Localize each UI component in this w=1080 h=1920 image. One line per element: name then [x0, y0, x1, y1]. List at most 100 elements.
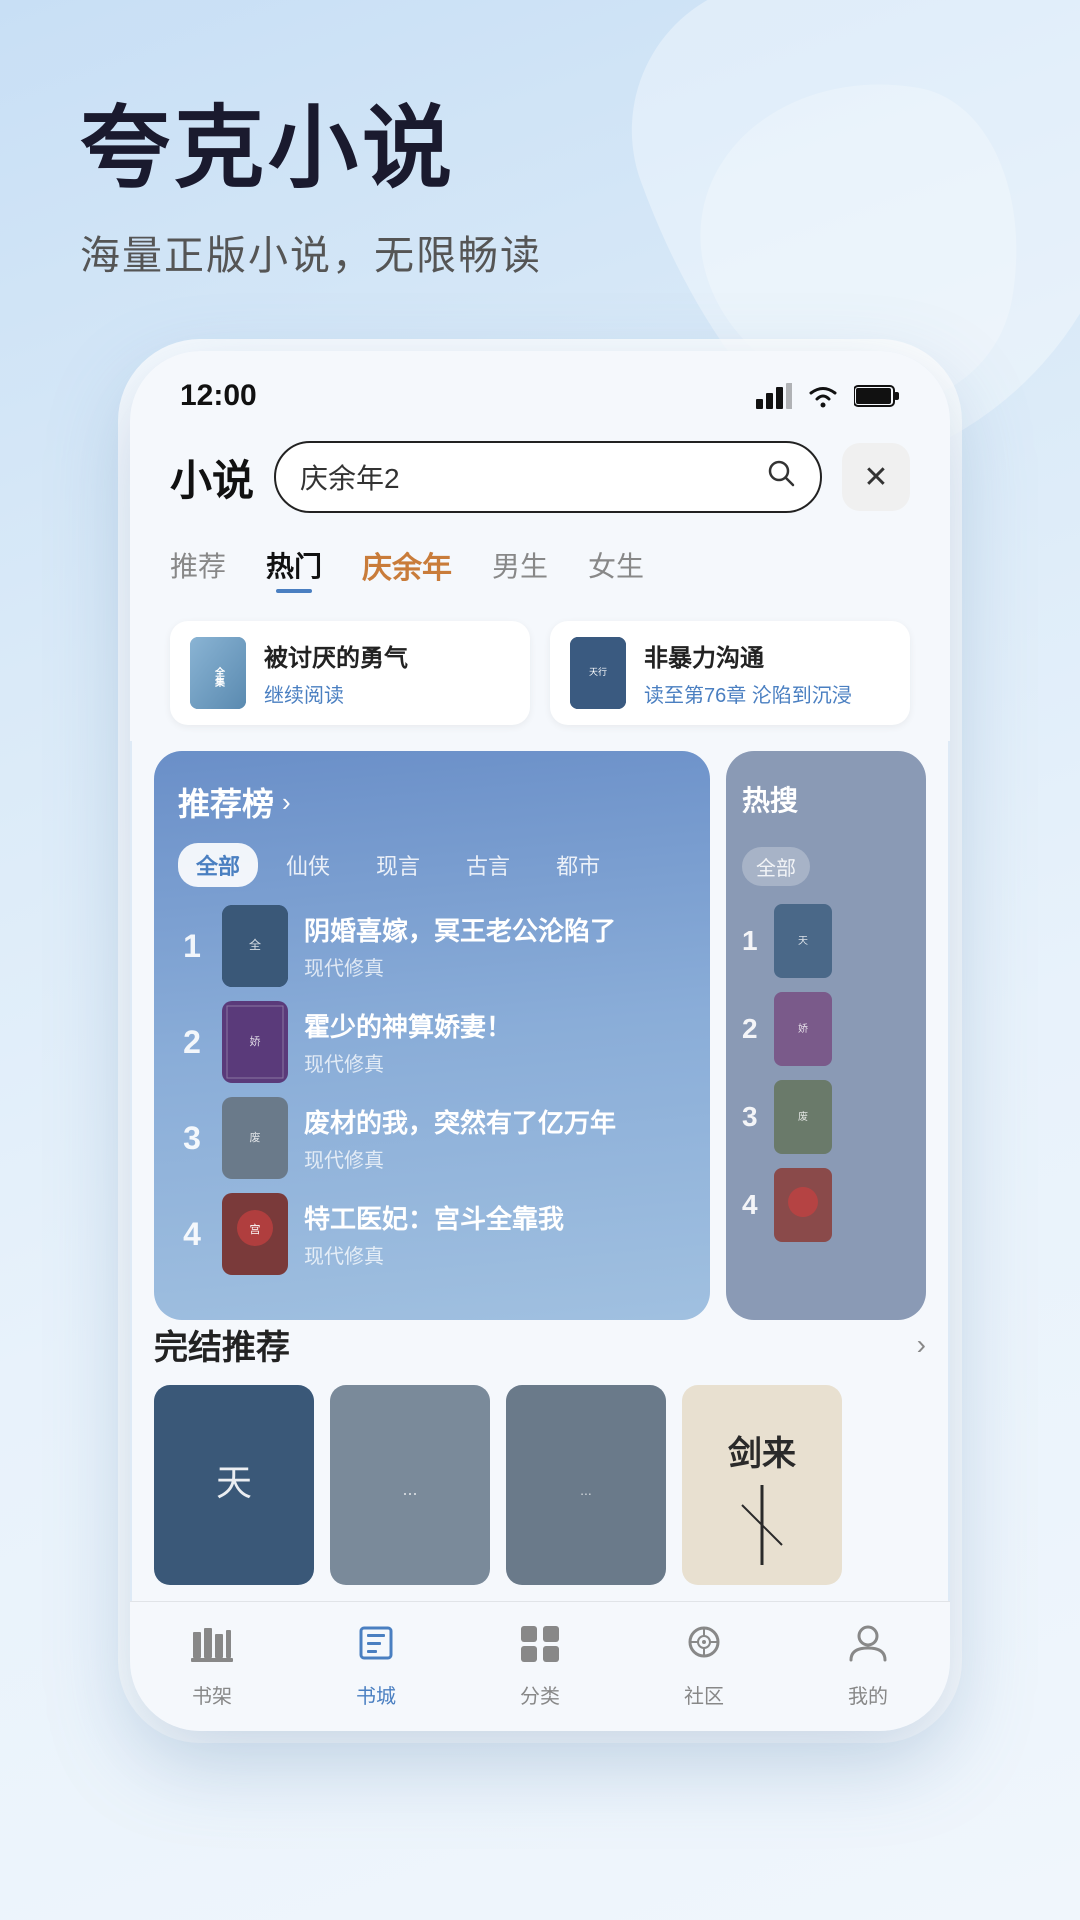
- nav-community-label: 社区: [684, 1680, 724, 1709]
- rank-book-tag-4: 现代修真: [304, 1240, 686, 1269]
- search-icon[interactable]: [766, 458, 796, 496]
- rank-num-1: 1: [178, 928, 206, 965]
- svg-text:天行: 天行: [589, 666, 607, 677]
- rank-info-3: 废材的我，突然有了亿万年 现代修真: [304, 1103, 686, 1173]
- hot-panel-header: 热搜: [742, 779, 910, 819]
- hot-num-3: 3: [742, 1101, 764, 1133]
- filter-dushi[interactable]: 都市: [538, 843, 618, 887]
- main-content: 推荐榜 › 全部 仙侠 现言 古言 都市 1: [130, 741, 950, 1320]
- tab-qingyunian[interactable]: 庆余年: [362, 543, 452, 595]
- completed-section-arrow[interactable]: ›: [917, 1329, 926, 1361]
- tab-recommend[interactable]: 推荐: [170, 545, 226, 593]
- svg-text:宫: 宫: [250, 1222, 261, 1236]
- rank-book-tag-2: 现代修真: [304, 1048, 686, 1077]
- hot-cover-2: 娇: [774, 992, 832, 1066]
- filter-guyan[interactable]: 古言: [448, 843, 528, 887]
- nav-bookstore[interactable]: 书城: [294, 1624, 458, 1709]
- rank-cover-4: 宫: [222, 1193, 288, 1275]
- completed-book-3[interactable]: ...: [506, 1385, 666, 1585]
- nav-community[interactable]: 社区: [622, 1624, 786, 1709]
- recent-book-cover-2: 天行: [570, 637, 626, 709]
- rank-item-3[interactable]: 3 废 废材的我，突然有了亿万年 现代修真: [178, 1097, 686, 1179]
- nav-bookshelf[interactable]: 书架: [130, 1624, 294, 1709]
- search-box[interactable]: 庆余年2: [274, 441, 822, 513]
- hot-filter-all[interactable]: 全部: [742, 847, 810, 886]
- recent-book-info-1: 被讨厌的勇气 继续阅读: [264, 638, 510, 708]
- nav-bookstore-label: 书城: [356, 1680, 396, 1709]
- rank-info-4: 特工医妃：宫斗全靠我 现代修真: [304, 1199, 686, 1269]
- profile-icon: [847, 1624, 889, 1672]
- hot-item-4[interactable]: 4: [742, 1168, 910, 1242]
- nav-bookshelf-label: 书架: [192, 1680, 232, 1709]
- rank-cover-2: 娇: [222, 1001, 288, 1083]
- rank-cover-3: 废: [222, 1097, 288, 1179]
- close-icon: ✕: [863, 460, 888, 495]
- category-icon: [519, 1624, 561, 1672]
- hot-cover-4: [774, 1168, 832, 1242]
- bookstore-icon: [355, 1624, 397, 1672]
- hot-filter-tabs: 全部: [742, 837, 910, 886]
- svg-text:全: 全: [249, 937, 261, 952]
- rank-info-2: 霍少的神算娇妻！ 现代修真: [304, 1007, 686, 1077]
- svg-text:娇: 娇: [798, 1023, 808, 1035]
- filter-all[interactable]: 全部: [178, 843, 258, 887]
- status-bar: 12:00: [130, 351, 950, 425]
- hot-panel: 热搜 全部 1 天: [726, 751, 926, 1320]
- recent-book-info-2: 非暴力沟通 读至第76章 沦陷到沉浸: [644, 638, 890, 708]
- completed-section-header: 完结推荐 ›: [154, 1320, 926, 1369]
- rank-book-tag-1: 现代修真: [304, 952, 686, 981]
- search-input-text[interactable]: 庆余年2: [300, 457, 754, 497]
- tab-hot[interactable]: 热门: [266, 545, 322, 593]
- panel-row: 推荐榜 › 全部 仙侠 现言 古言 都市 1: [154, 751, 926, 1320]
- completed-book-1[interactable]: 天: [154, 1385, 314, 1585]
- recent-book-title-1: 被讨厌的勇气: [264, 638, 510, 673]
- battery-icon: [854, 384, 900, 408]
- recent-book-2[interactable]: 天行 非暴力沟通 读至第76章 沦陷到沉浸: [550, 621, 910, 725]
- recent-book-progress-2: 读至第76章 沦陷到沉浸: [644, 679, 890, 708]
- rank-cover-1: 全: [222, 905, 288, 987]
- tab-female[interactable]: 女生: [588, 545, 644, 593]
- rank-book-title-1: 阴婚喜嫁，冥王老公沦陷了: [304, 911, 686, 948]
- top-bar: 小说 庆余年2 ✕: [130, 425, 950, 533]
- svg-text:天: 天: [798, 936, 808, 947]
- completed-book-2[interactable]: ...: [330, 1385, 490, 1585]
- ranking-panel-header: 推荐榜 ›: [178, 779, 686, 825]
- ranking-panel-title: 推荐榜: [178, 779, 274, 825]
- svg-text:...: ...: [402, 1479, 417, 1499]
- page-title: 小说: [170, 447, 254, 508]
- phone-mockup: 12:00 小说: [130, 351, 950, 1731]
- ranking-filter-tabs: 全部 仙侠 现言 古言 都市: [178, 843, 686, 887]
- wifi-icon: [806, 383, 840, 409]
- hot-num-1: 1: [742, 925, 764, 957]
- completed-book-4[interactable]: 剑来: [682, 1385, 842, 1585]
- hot-cover-1: 天: [774, 904, 832, 978]
- hot-num-4: 4: [742, 1189, 764, 1221]
- svg-text:废: 废: [250, 1130, 261, 1144]
- hot-list: 1 天 2 娇: [742, 904, 910, 1242]
- bookshelf-icon: [191, 1624, 233, 1672]
- hot-item-1[interactable]: 1 天: [742, 904, 910, 978]
- rank-item-2[interactable]: 2 娇 霍少的神算娇妻！ 现代修真: [178, 1001, 686, 1083]
- rank-item-4[interactable]: 4 宫 特工医妃：宫斗全靠我 现代修真: [178, 1193, 686, 1275]
- nav-tabs: 推荐 热门 庆余年 男生 女生: [130, 533, 950, 611]
- status-icons: [756, 383, 900, 409]
- recent-books-row: 全集 被讨厌的勇气 继续阅读 天行 非暴力沟通 读至第76章 沦陷到沉浸: [130, 611, 950, 741]
- community-icon: [683, 1624, 725, 1672]
- hot-num-2: 2: [742, 1013, 764, 1045]
- ranking-panel-arrow[interactable]: ›: [282, 787, 291, 818]
- hot-item-2[interactable]: 2 娇: [742, 992, 910, 1066]
- rank-book-title-2: 霍少的神算娇妻！: [304, 1007, 686, 1044]
- close-button[interactable]: ✕: [842, 443, 910, 511]
- tab-male[interactable]: 男生: [492, 545, 548, 593]
- nav-profile[interactable]: 我的: [786, 1624, 950, 1709]
- rank-num-3: 3: [178, 1120, 206, 1157]
- filter-xiandai[interactable]: 现言: [358, 843, 438, 887]
- recent-book-1[interactable]: 全集 被讨厌的勇气 继续阅读: [170, 621, 530, 725]
- recent-book-progress-1: 继续阅读: [264, 679, 510, 708]
- filter-xianxia[interactable]: 仙侠: [268, 843, 348, 887]
- rank-item-1[interactable]: 1 全 阴婚喜嫁，冥王老公沦陷了 现代修真: [178, 905, 686, 987]
- hot-item-3[interactable]: 3 废: [742, 1080, 910, 1154]
- rank-book-title-4: 特工医妃：宫斗全靠我: [304, 1199, 686, 1236]
- rank-book-tag-3: 现代修真: [304, 1144, 686, 1173]
- nav-category[interactable]: 分类: [458, 1624, 622, 1709]
